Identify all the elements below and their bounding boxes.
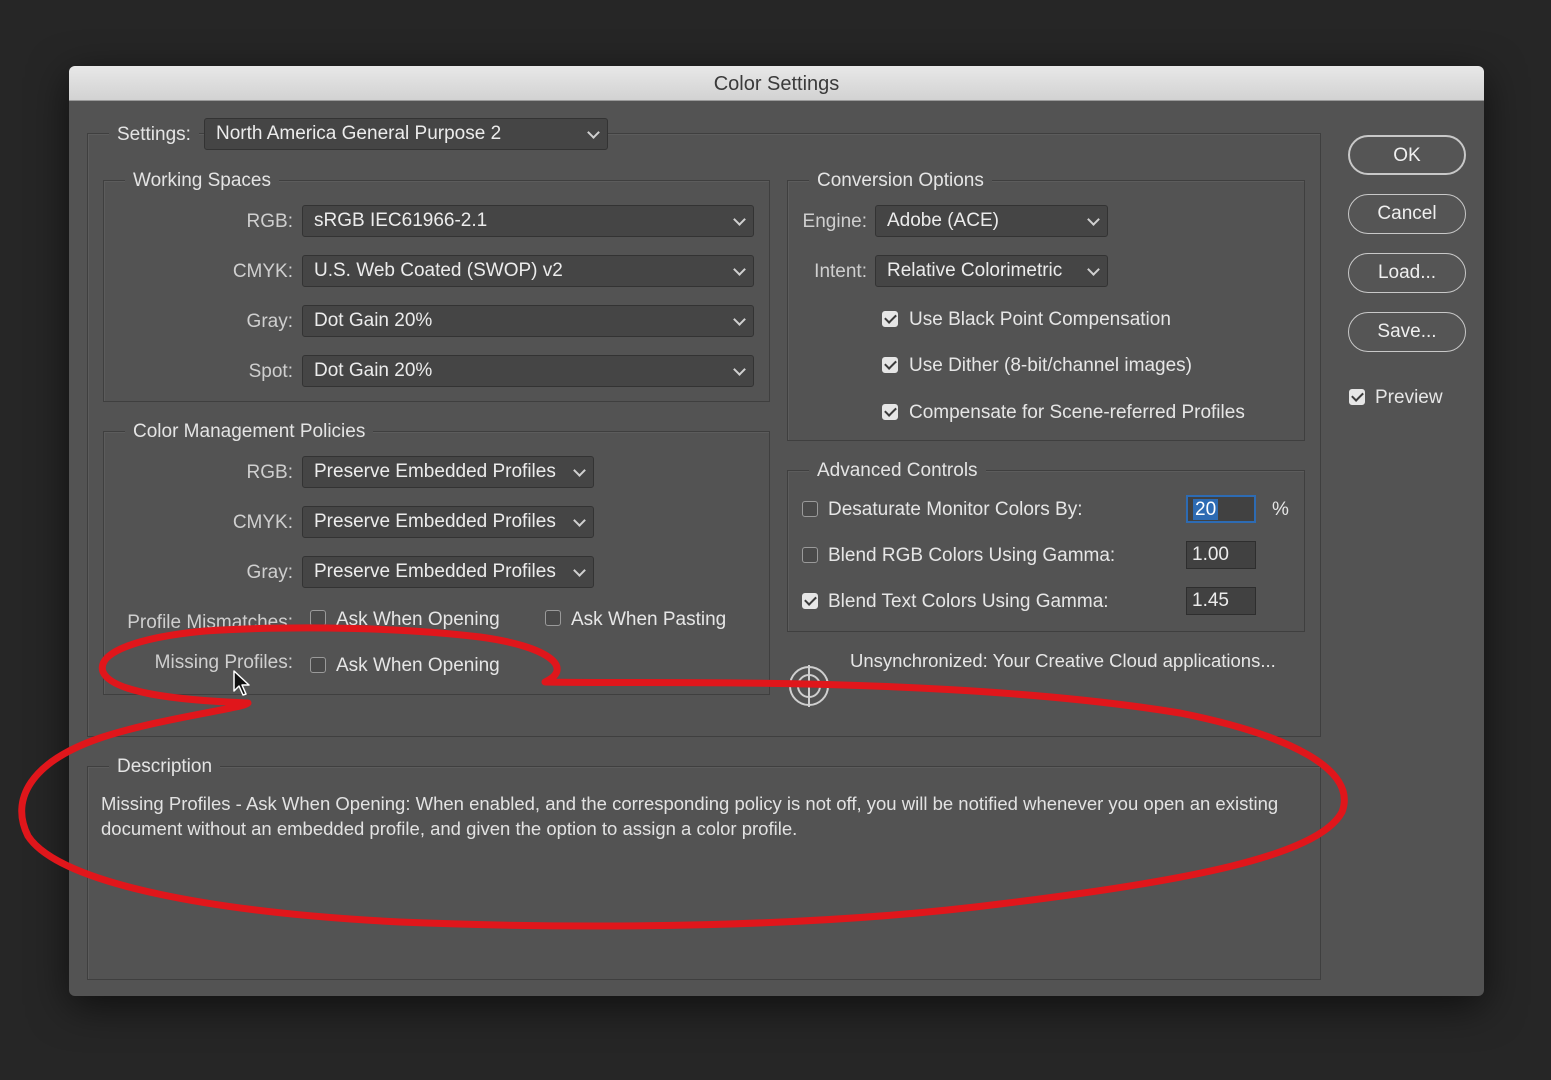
ws-spot-value: Dot Gain 20% — [314, 360, 433, 381]
intent-label: Intent: — [814, 261, 867, 282]
policy-rgb-select[interactable]: Preserve Embedded Profiles — [302, 456, 594, 488]
policy-rgb-label: RGB: — [246, 462, 293, 483]
chevron-down-icon — [733, 213, 746, 226]
load-button[interactable]: Load... — [1348, 253, 1466, 293]
chevron-down-icon — [573, 464, 586, 477]
sync-status-icon — [789, 665, 829, 707]
conversion-legend: Conversion Options — [809, 170, 992, 192]
chevron-down-icon — [1087, 213, 1100, 226]
description-legend: Description — [109, 756, 221, 778]
ws-rgb-value: sRGB IEC61966-2.1 — [314, 210, 488, 231]
save-button[interactable]: Save... — [1348, 312, 1466, 352]
mismatch-ask-opening-label: Ask When Opening — [336, 609, 500, 630]
ws-spot-select[interactable]: Dot Gain 20% — [302, 355, 754, 387]
missing-profiles-label: Missing Profiles: — [154, 652, 293, 673]
chevron-down-icon — [573, 514, 586, 527]
settings-label: Settings: — [109, 124, 199, 146]
missing-ask-opening-label: Ask When Opening — [336, 655, 500, 676]
desaturate-checkbox[interactable] — [802, 501, 818, 517]
engine-select[interactable]: Adobe (ACE) — [875, 205, 1108, 237]
desaturate-label: Desaturate Monitor Colors By: — [828, 499, 1083, 520]
mismatch-ask-pasting-checkbox[interactable] — [545, 610, 561, 626]
blend-text-checkbox[interactable] — [802, 593, 818, 609]
desaturate-unit: % — [1272, 499, 1289, 520]
scene-referred-checkbox[interactable] — [882, 404, 898, 420]
black-point-checkbox[interactable] — [882, 311, 898, 327]
engine-label: Engine: — [802, 211, 867, 232]
policy-gray-value: Preserve Embedded Profiles — [314, 561, 556, 582]
policies-legend: Color Management Policies — [125, 421, 374, 443]
color-settings-dialog: Color Settings Settings: North America G… — [69, 66, 1484, 996]
blend-rgb-checkbox[interactable] — [802, 547, 818, 563]
mouse-cursor-icon — [233, 670, 250, 696]
preview-checkbox[interactable] — [1349, 389, 1365, 405]
chevron-down-icon — [733, 263, 746, 276]
sync-status-text: Unsynchronized: Your Creative Cloud appl… — [850, 650, 1276, 671]
ws-rgb-select[interactable]: sRGB IEC61966-2.1 — [302, 205, 754, 237]
ws-cmyk-label: CMYK: — [232, 261, 293, 282]
ok-button[interactable]: OK — [1348, 135, 1466, 175]
settings-value: North America General Purpose 2 — [216, 123, 502, 144]
chevron-down-icon — [733, 313, 746, 326]
chevron-down-icon — [733, 363, 746, 376]
chevron-down-icon — [573, 564, 586, 577]
blend-rgb-input[interactable]: 1.00 — [1186, 541, 1256, 569]
mismatch-ask-opening-checkbox[interactable] — [310, 610, 326, 626]
preview-label: Preview — [1375, 387, 1443, 408]
settings-select[interactable]: North America General Purpose 2 — [204, 118, 608, 150]
ws-gray-value: Dot Gain 20% — [314, 310, 433, 331]
intent-select[interactable]: Relative Colorimetric — [875, 255, 1108, 287]
working-spaces-legend: Working Spaces — [125, 170, 279, 192]
description-text: Missing Profiles - Ask When Opening: Whe… — [101, 793, 1279, 839]
missing-ask-opening-checkbox[interactable] — [310, 657, 326, 673]
intent-value: Relative Colorimetric — [887, 260, 1063, 281]
desaturate-input[interactable]: 20 — [1186, 495, 1256, 523]
blend-text-label: Blend Text Colors Using Gamma: — [828, 591, 1109, 612]
mismatch-ask-pasting-label: Ask When Pasting — [571, 609, 727, 630]
black-point-label: Use Black Point Compensation — [909, 309, 1171, 330]
chevron-down-icon — [587, 126, 600, 139]
policy-rgb-value: Preserve Embedded Profiles — [314, 461, 556, 482]
chevron-down-icon — [1087, 263, 1100, 276]
cancel-button[interactable]: Cancel — [1348, 194, 1466, 234]
policy-cmyk-label: CMYK: — [232, 512, 293, 533]
dialog-title: Color Settings — [69, 66, 1484, 101]
dither-checkbox[interactable] — [882, 357, 898, 373]
engine-value: Adobe (ACE) — [887, 210, 999, 231]
policy-gray-select[interactable]: Preserve Embedded Profiles — [302, 556, 594, 588]
ws-spot-label: Spot: — [248, 361, 293, 382]
policy-gray-label: Gray: — [246, 562, 293, 583]
ws-cmyk-value: U.S. Web Coated (SWOP) v2 — [314, 260, 563, 281]
blend-rgb-label: Blend RGB Colors Using Gamma: — [828, 545, 1116, 566]
ws-rgb-label: RGB: — [246, 211, 293, 232]
advanced-legend: Advanced Controls — [809, 460, 986, 482]
ws-gray-select[interactable]: Dot Gain 20% — [302, 305, 754, 337]
policy-cmyk-select[interactable]: Preserve Embedded Profiles — [302, 506, 594, 538]
policy-cmyk-value: Preserve Embedded Profiles — [314, 511, 556, 532]
ws-cmyk-select[interactable]: U.S. Web Coated (SWOP) v2 — [302, 255, 754, 287]
ws-gray-label: Gray: — [246, 311, 293, 332]
blend-text-input[interactable]: 1.45 — [1186, 587, 1256, 615]
profile-mismatches-label: Profile Mismatches: — [127, 612, 293, 633]
dither-label: Use Dither (8-bit/channel images) — [909, 355, 1193, 376]
desaturate-value: 20 — [1193, 499, 1219, 520]
scene-referred-label: Compensate for Scene-referred Profiles — [909, 402, 1245, 423]
